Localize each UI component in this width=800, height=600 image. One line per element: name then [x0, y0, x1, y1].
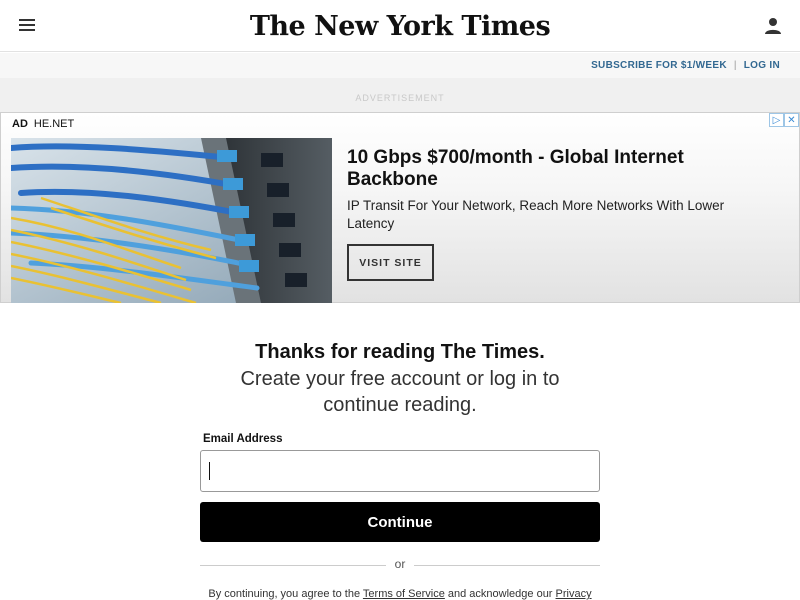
advertisement-zone: ADVERTISEMENT	[0, 78, 800, 113]
ad-description: IP Transit For Your Network, Reach More …	[347, 198, 725, 231]
user-icon[interactable]	[764, 17, 782, 35]
legal-text: By continuing, you agree to the Terms of…	[0, 588, 800, 600]
or-divider: or	[200, 557, 600, 573]
regiwall-heading: Thanks for reading The Times.	[255, 341, 545, 363]
ad-unit[interactable]: AD HE.NET ▷ ✕ 10 Gbps $700/month - Globa…	[0, 112, 800, 303]
ad-headline[interactable]: 10 Gbps $700/month - Global Internet Bac…	[347, 147, 767, 191]
visit-site-button[interactable]: VISIT SITE	[347, 244, 434, 281]
close-icon[interactable]: ✕	[784, 113, 799, 127]
privacy-link[interactable]: Privacy	[556, 588, 592, 600]
site-logo[interactable]: The New York Times	[0, 11, 800, 42]
divider-line-right	[414, 565, 600, 566]
separator: |	[733, 60, 737, 71]
ad-badge: AD	[12, 118, 28, 130]
legal-middle: and acknowledge our	[444, 588, 556, 600]
ad-controls: ▷ ✕	[769, 113, 799, 127]
text-cursor	[209, 462, 210, 480]
subscribe-link[interactable]: SUBSCRIBE FOR $1/WEEK	[591, 60, 727, 71]
subscribe-bar: SUBSCRIBE FOR $1/WEEK | LOG IN	[0, 53, 800, 78]
or-text: or	[394, 557, 406, 571]
ad-tag: AD HE.NET	[12, 118, 74, 130]
email-field[interactable]	[200, 450, 600, 492]
legal-prefix: By continuing, you agree to the	[208, 588, 363, 600]
continue-button[interactable]: Continue	[200, 502, 600, 542]
email-label: Email Address	[203, 433, 283, 445]
login-link[interactable]: LOG IN	[744, 60, 780, 71]
ad-image-network-cables[interactable]	[11, 138, 332, 303]
advertisement-label: ADVERTISEMENT	[355, 93, 445, 103]
top-navigation-bar: The New York Times	[0, 0, 800, 52]
ad-advertiser[interactable]: HE.NET	[34, 118, 74, 130]
terms-of-service-link[interactable]: Terms of Service	[363, 588, 445, 600]
adchoices-icon[interactable]: ▷	[769, 113, 784, 127]
regiwall-subheading: Create your free account or log in to co…	[240, 368, 560, 416]
ad-text: 10 Gbps $700/month - Global Internet Bac…	[347, 147, 767, 233]
registration-wall: Thanks for reading The Times. Create you…	[0, 303, 800, 600]
